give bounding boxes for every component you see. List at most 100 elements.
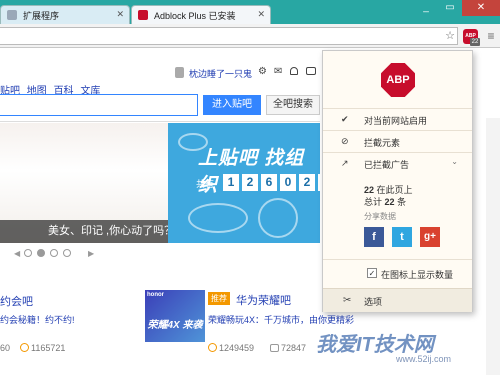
thumb-brand: honor <box>147 292 164 298</box>
total-unit: 条 <box>397 197 407 207</box>
divider <box>0 121 320 122</box>
forum-desc: 荣耀畅玩4X：千万城市，由你更精彩 <box>208 315 355 325</box>
forum-stat-members: 1249459 <box>208 343 254 353</box>
watermark-url: www.52ij.com <box>396 354 452 364</box>
counter-digit: 6 <box>261 174 277 191</box>
carousel-dot[interactable] <box>50 249 58 257</box>
counter-digit: 2 <box>242 174 258 191</box>
blocked-stats: 22 在此页上 总计 22 条 <box>364 184 413 208</box>
carousel-dots <box>24 249 76 257</box>
search-input[interactable] <box>0 94 198 116</box>
show-count-row: ✓ 在图标上显示数量 <box>323 259 472 285</box>
forum-stat-members: 1165721 <box>20 343 65 353</box>
puzzle-icon <box>7 10 17 20</box>
forum-desc: 约会秘籍！约不约! <box>0 315 75 325</box>
recommend-badge: 推荐 <box>208 292 230 305</box>
minimize-button[interactable]: _ <box>414 0 438 16</box>
total-label: 总计 <box>364 197 383 207</box>
user-name[interactable]: 枕边睡了一只鬼 <box>189 67 252 80</box>
carousel-dot[interactable] <box>63 249 71 257</box>
google-plus-icon[interactable]: g+ <box>420 227 440 247</box>
forum-thumbnail[interactable]: honor 荣耀4X 来袭 <box>145 290 205 342</box>
chevron-down-icon[interactable]: ⌄ <box>451 157 458 166</box>
twitter-icon[interactable]: t <box>392 227 412 247</box>
show-count-checkbox[interactable]: ✓ <box>367 268 377 278</box>
carousel-next-icon[interactable]: ▶ <box>88 249 94 258</box>
forum-title-yuehui[interactable]: 约会吧 <box>0 293 33 309</box>
menu-label: 对当前网站启用 <box>364 116 428 126</box>
logo-text: ABP <box>386 74 410 86</box>
menu-label: 拦截元素 <box>364 138 401 148</box>
page-count-label: 在此页上 <box>376 185 413 195</box>
abp-popup: ABP ✔ 对当前网站启用 ⊘ 拦截元素 ↗ 已拦截广告 ⌄ 22 在此页上 总… <box>322 50 473 312</box>
share-label: 分享数据 <box>364 212 396 221</box>
enable-on-site-toggle[interactable]: ✔ 对当前网站启用 <box>323 108 472 130</box>
window-controls: _ ▭ ✕ <box>414 0 500 16</box>
wrench-icon: ✂ <box>343 295 352 306</box>
toolbar: ☆ ≡ <box>0 24 500 48</box>
total-count: 22 <box>384 197 395 207</box>
tools-icon[interactable] <box>306 67 316 75</box>
enter-tieba-button[interactable]: 进入贴吧 <box>203 95 261 115</box>
address-bar[interactable] <box>0 27 458 45</box>
abp-count-badge: 22 <box>470 38 480 46</box>
show-count-label[interactable]: 在图标上显示数量 <box>381 268 453 281</box>
thumb-text: 荣耀4X 来袭 <box>147 320 203 331</box>
blocked-ads-toggle[interactable]: ↗ 已拦截广告 ⌄ <box>323 152 472 174</box>
tab-strip: 扩展程序 ✕ Adblock Plus 已安装 ✕ _ ▭ ✕ <box>0 0 500 24</box>
share-buttons: f t g+ <box>364 227 448 247</box>
chart-icon: ↗ <box>341 158 349 168</box>
counter-digit: 1 <box>223 174 239 191</box>
bell-icon[interactable] <box>290 67 298 75</box>
forum-title-honor[interactable]: 华为荣耀吧 <box>236 292 291 308</box>
close-tab-icon[interactable]: ✕ <box>116 9 124 20</box>
forum-stat: 60 <box>0 343 11 353</box>
user-bar: 枕边睡了一只鬼 ⚙ ✉ <box>0 64 320 82</box>
counter-digit: 2 <box>299 174 315 191</box>
block-element-button[interactable]: ⊘ 拦截元素 <box>323 130 472 152</box>
menu-label: 已拦截广告 <box>364 160 410 170</box>
tab-title: Adblock Plus 已安装 <box>154 11 236 21</box>
abp-favicon-icon <box>138 10 148 20</box>
stat-value: 72847 <box>281 343 307 353</box>
page-count: 22 <box>364 185 375 195</box>
check-icon: ✔ <box>341 114 349 124</box>
page-scroll-area <box>486 118 500 375</box>
carousel-caption[interactable]: 美女、印记 ,你心动了吗？ <box>0 220 185 243</box>
counter-digit: 6 <box>318 174 320 191</box>
maximize-button[interactable]: ▭ <box>438 0 462 16</box>
gear-icon[interactable]: ⚙ <box>258 66 267 77</box>
tab-adblock[interactable]: Adblock Plus 已安装 ✕ <box>131 5 271 24</box>
comment-icon <box>270 344 279 352</box>
user-icon <box>208 343 217 352</box>
message-icon[interactable]: ✉ <box>274 66 282 77</box>
abp-logo-icon: ABP <box>381 63 415 97</box>
user-icon <box>20 343 29 352</box>
menu-icon[interactable]: ≡ <box>483 27 499 45</box>
watermark-logo: 我爱IT技术网 <box>316 334 434 356</box>
carousel-prev-icon[interactable]: ◀ <box>14 249 20 258</box>
search-all-button[interactable]: 全吧搜索 <box>266 95 320 115</box>
cloud-decoration <box>258 198 298 238</box>
carousel-dot-active[interactable] <box>37 249 45 257</box>
options-button[interactable]: ✂ 选项 <box>323 288 472 312</box>
close-tab-icon[interactable]: ✕ <box>257 9 265 20</box>
counter-digit: 0 <box>280 174 296 191</box>
promo-total-label: 共有 <box>196 179 215 189</box>
popup-header: ABP <box>323 51 472 108</box>
cloud-decoration <box>188 203 248 233</box>
carousel-dot[interactable] <box>24 249 32 257</box>
stat-value: 1249459 <box>219 343 255 353</box>
options-label: 选项 <box>364 297 383 307</box>
promo-counter: 1 2 6 0 2 6 <box>223 174 320 191</box>
stat-value: 1165721 <box>31 343 66 353</box>
block-icon: ⊘ <box>341 136 349 146</box>
tab-extensions[interactable]: 扩展程序 ✕ <box>0 5 130 24</box>
facebook-icon[interactable]: f <box>364 227 384 247</box>
forum-stat-posts: 72847 <box>270 343 306 353</box>
promo-banner[interactable]: 上贴吧 找组织 共有 1 2 6 0 2 6 <box>168 123 320 243</box>
user-avatar-icon[interactable] <box>175 67 184 78</box>
tab-title: 扩展程序 <box>23 11 60 21</box>
star-icon[interactable]: ☆ <box>442 27 458 45</box>
close-window-button[interactable]: ✕ <box>462 0 500 16</box>
